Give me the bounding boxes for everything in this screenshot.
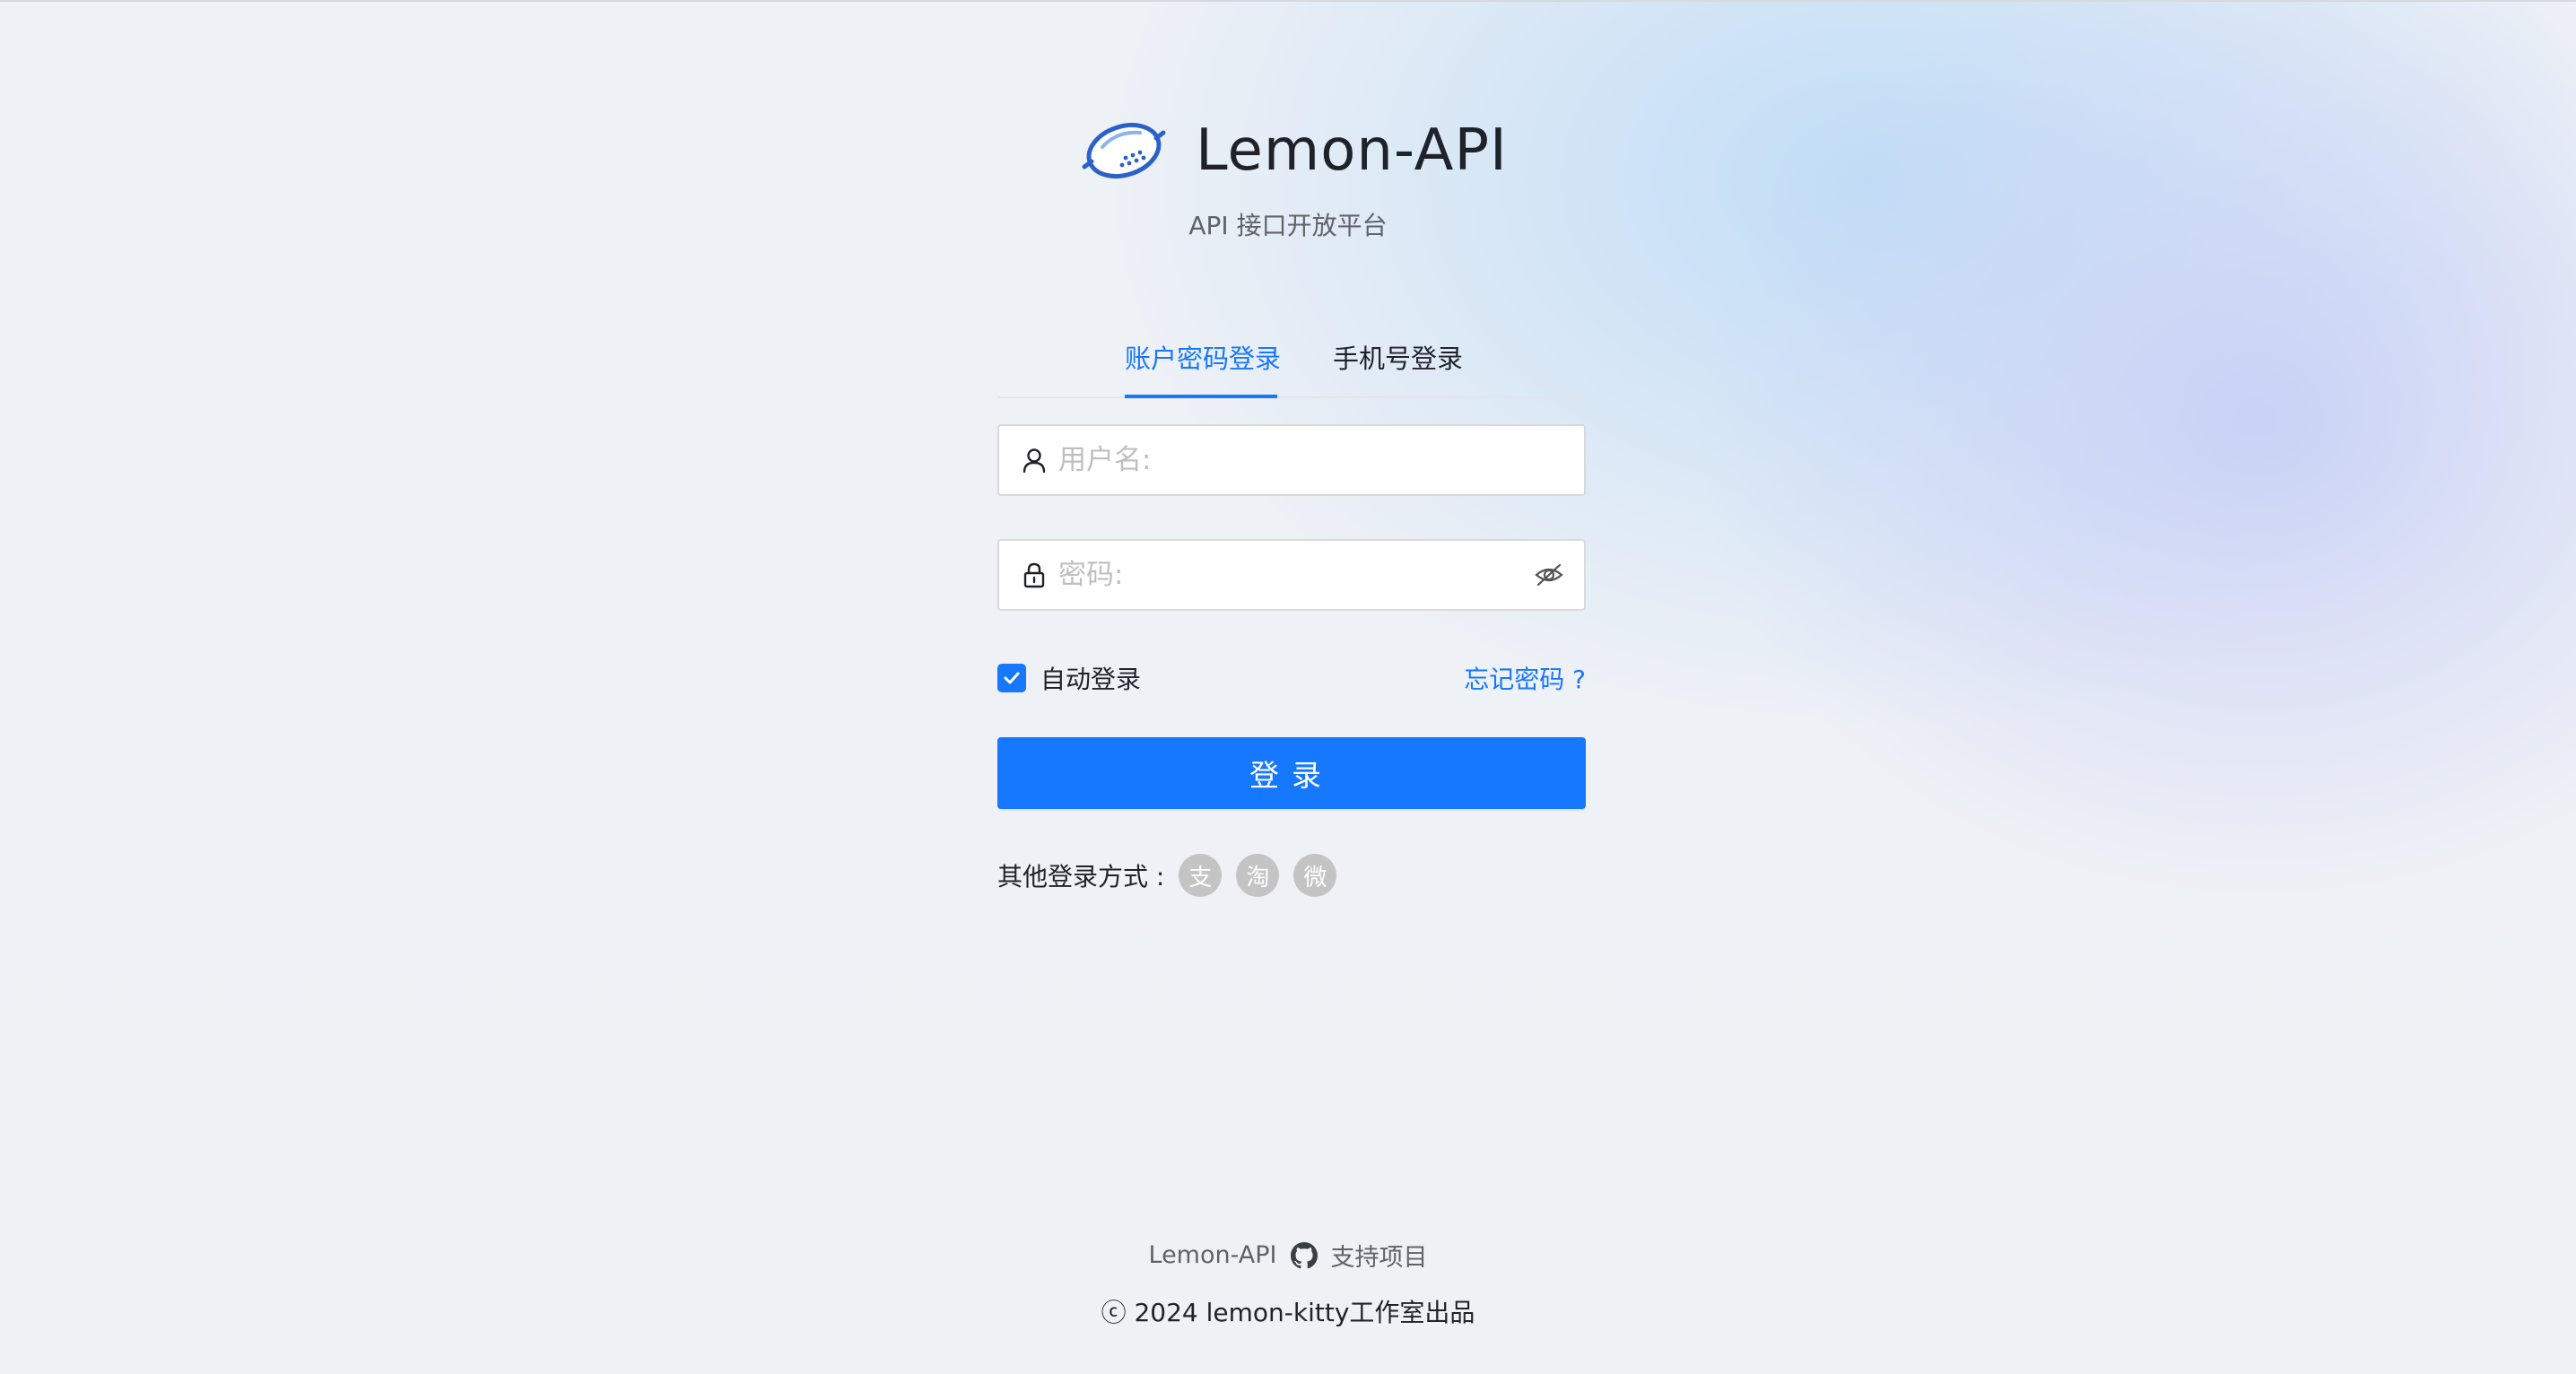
other-login-label: 其他登录方式 : xyxy=(997,862,1165,891)
brand-header: Lemon-API xyxy=(1081,108,1508,194)
footer-links: Lemon-API 支持项目 xyxy=(0,1238,2576,1273)
password-field[interactable] xyxy=(997,539,1586,611)
alipay-icon[interactable]: 支 xyxy=(1179,854,1223,897)
eye-invisible-icon[interactable] xyxy=(1534,560,1564,590)
remember-me[interactable]: 自动登录 xyxy=(997,660,1141,696)
forgot-password-link[interactable]: 忘记密码 ? xyxy=(1464,660,1586,696)
app-subtitle: API 接口开放平台 xyxy=(1188,211,1388,240)
lemon-logo-icon xyxy=(1082,123,1166,178)
password-input[interactable] xyxy=(1057,543,1534,607)
active-tab-indicator xyxy=(1125,395,1277,398)
lock-icon xyxy=(1023,562,1045,588)
copyright: ⓒ 2024 lemon-kitty工作室出品 xyxy=(1101,1298,1475,1327)
taobao-icon[interactable]: 淘 xyxy=(1236,854,1280,897)
github-icon[interactable] xyxy=(1291,1241,1318,1269)
weibo-icon[interactable]: 微 xyxy=(1293,854,1337,897)
app-title: Lemon-API xyxy=(1196,117,1508,184)
footer-project-link[interactable]: Lemon-API xyxy=(1149,1241,1277,1269)
remember-label: 自动登录 xyxy=(1040,665,1142,694)
tab-account-password[interactable]: 账户密码登录 xyxy=(1125,339,1281,393)
footer-support-link[interactable]: 支持项目 xyxy=(1330,1238,1427,1273)
username-field[interactable] xyxy=(997,424,1586,496)
checkmark-icon xyxy=(1004,672,1020,684)
login-button[interactable]: 登录 xyxy=(997,737,1586,809)
remember-checkbox[interactable] xyxy=(997,664,1026,692)
login-tabs: 账户密码登录 手机号登录 xyxy=(997,332,1586,398)
other-login: 其他登录方式 : 支 淘 微 xyxy=(997,850,1351,900)
tab-phone[interactable]: 手机号登录 xyxy=(1333,339,1463,393)
username-input[interactable] xyxy=(1057,428,1584,492)
user-icon xyxy=(1023,448,1046,474)
login-page: Lemon-API API 接口开放平台 账户密码登录 手机号登录 用户名: 自… xyxy=(0,0,2576,1374)
